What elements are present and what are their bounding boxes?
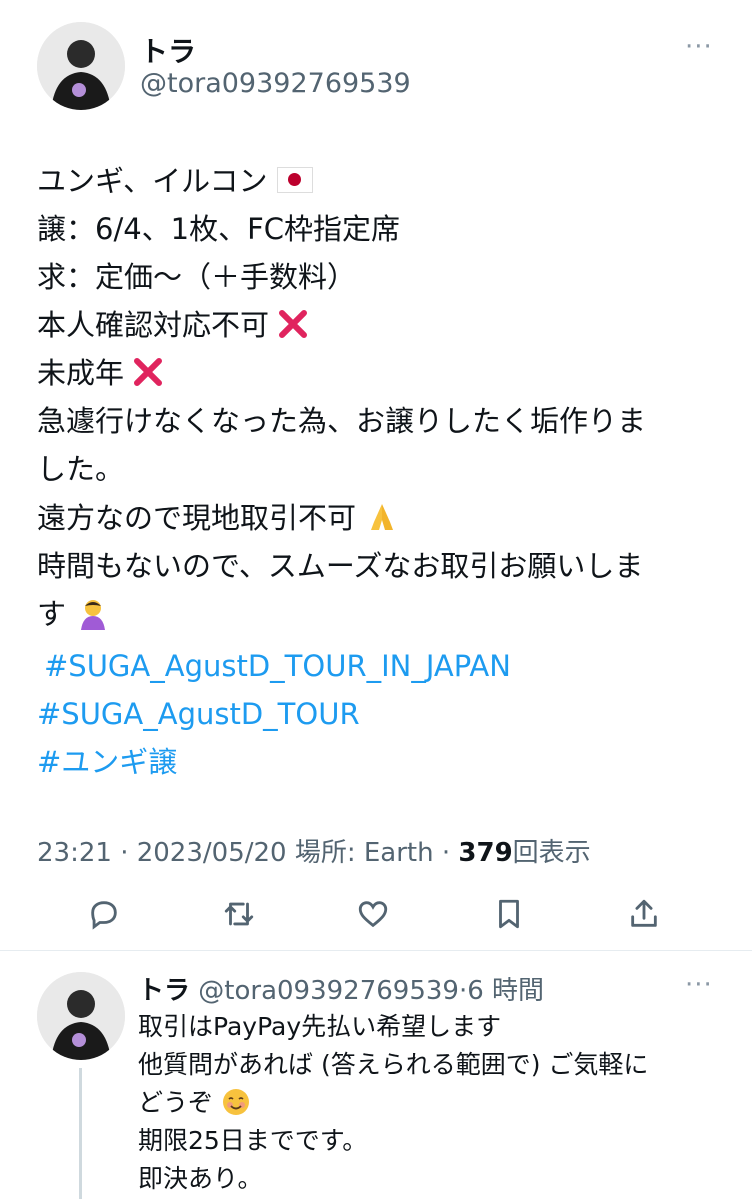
tweet-text: 求：定価〜（＋手数料） (37, 260, 357, 294)
hashtag-link[interactable]: #SUGA_AgustD_TOUR_IN_JAPAN (44, 642, 511, 690)
avatar[interactable] (37, 972, 125, 1060)
reply-text: 取引はPayPay先払い希望します (138, 1012, 502, 1041)
hashtag-link[interactable]: #ユンギ譲 (37, 738, 177, 786)
tweet-text: 遠方なので現地取引不可 (37, 501, 357, 535)
tweet-text: す (37, 597, 67, 631)
japan-flag-icon (276, 167, 313, 193)
cross-mark-icon (279, 310, 308, 338)
like-button[interactable] (353, 894, 393, 934)
reply-text: 期限25日までです。 (138, 1126, 368, 1155)
more-options-icon[interactable]: ··· (685, 32, 713, 62)
more-options-icon[interactable]: ··· (685, 970, 713, 1000)
tweet-text: 未成年 (37, 356, 125, 390)
tweet-text: 本人確認対応不可 (37, 308, 270, 342)
reply-icon (91, 901, 117, 930)
thread-line (79, 1068, 82, 1199)
bookmark-button[interactable] (489, 894, 529, 934)
share-button[interactable] (624, 894, 664, 934)
tweet-text: 急遽行けなくなった為、お譲りしたく垢作りま (37, 404, 647, 438)
retweet-button[interactable] (219, 894, 259, 934)
reply-text: 他質問があれば (答えられる範囲で) ご気軽に (138, 1050, 649, 1079)
tweet-text: ユンギ、イルコン (37, 164, 268, 198)
hashtag-link[interactable]: #SUGA_AgustD_TOUR (37, 690, 360, 738)
cross-mark-icon (134, 358, 163, 386)
relative-time[interactable]: ·6 時間 (459, 976, 544, 1006)
reply-text: 即決あり。 (138, 1164, 263, 1193)
person-bowing-icon (81, 600, 106, 630)
display-name[interactable]: トラ (138, 976, 190, 1006)
display-name[interactable]: トラ (140, 30, 196, 70)
like-icon (358, 901, 388, 928)
user-handle[interactable]: @tora09392769539 (198, 976, 459, 1006)
folded-hands-icon (371, 504, 394, 530)
tweet-line: ユンギ、イルコン (37, 157, 313, 205)
view-label: 回表示 (512, 838, 591, 868)
divider (0, 950, 752, 951)
tweet-text: した。 (37, 452, 125, 486)
view-count[interactable]: 379 (458, 838, 512, 868)
timestamp[interactable]: 23:21 · 2023/05/20 場所: Earth · (37, 838, 458, 868)
reply-text: どうぞ (138, 1088, 214, 1117)
tweet-text: 時間もないので、スムーズなお取引お願いしま (37, 549, 644, 583)
bookmark-icon (499, 899, 519, 929)
smiling-face-icon (222, 1089, 249, 1115)
retweet-icon (224, 902, 254, 926)
user-handle[interactable]: @tora09392769539 (140, 68, 411, 99)
tweet-meta: 23:21 · 2023/05/20 場所: Earth · 379回表示 (37, 832, 591, 869)
reply-button[interactable] (84, 894, 124, 934)
avatar[interactable] (37, 22, 125, 110)
share-icon (631, 899, 657, 927)
tweet-text: 譲：6/4、1枚、FC枠指定席 (37, 212, 401, 246)
reply-header: トラ @tora09392769539·6 時間 (138, 970, 544, 1007)
